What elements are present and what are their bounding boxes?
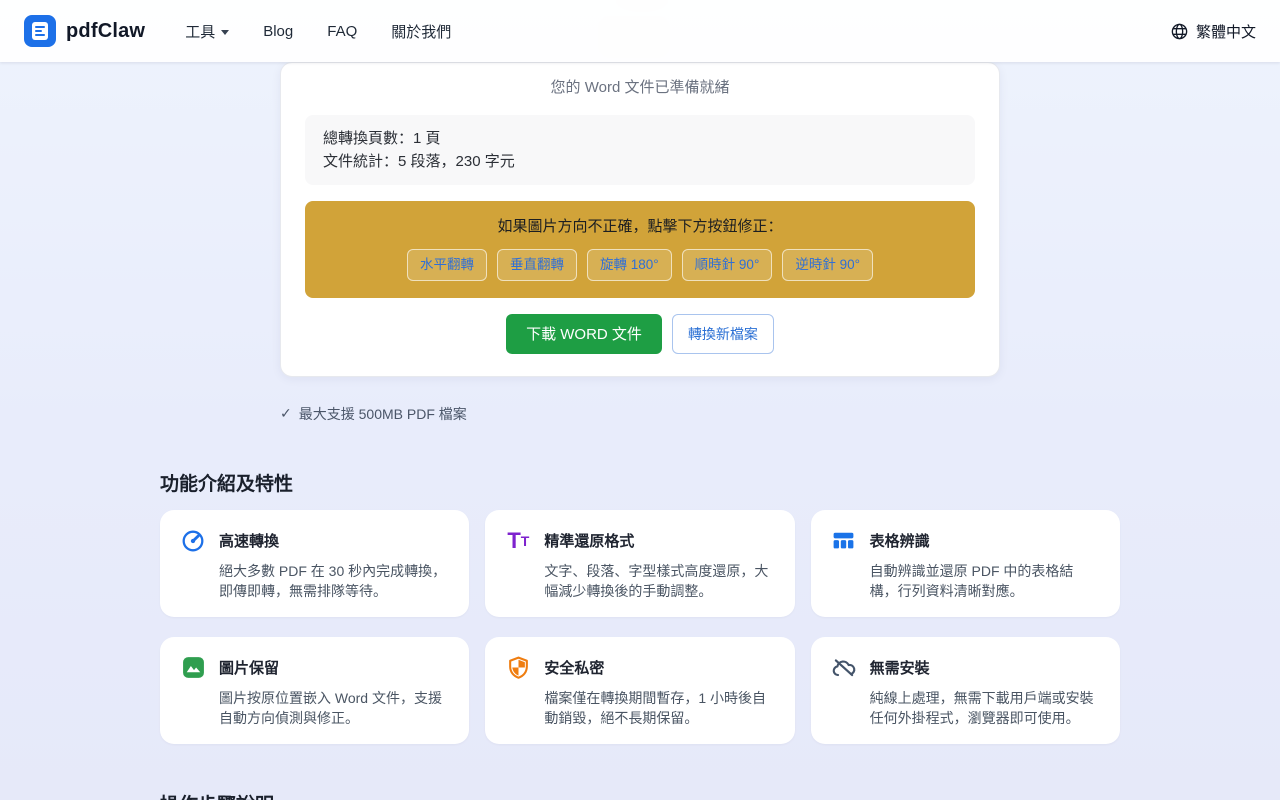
orientation-message: 如果圖片方向不正確，點擊下方按鈕修正：	[321, 216, 959, 238]
feature-desc: 絕大多數 PDF 在 30 秒內完成轉換，即傳即轉，無需排隊等待。	[219, 561, 449, 601]
nav-item-tools[interactable]: 工具	[185, 21, 229, 42]
nav-item-faq-label: FAQ	[327, 23, 357, 40]
orientation-alert: 如果圖片方向不正確，點擊下方按鈕修正： 水平翻轉 垂直翻轉 旋轉 180° 順時…	[305, 201, 975, 298]
globe-icon	[1170, 22, 1189, 41]
feature-title: 安全私密	[544, 657, 604, 678]
nav-item-faq[interactable]: FAQ	[327, 23, 357, 40]
nav-item-blog-label: Blog	[263, 23, 293, 40]
feature-card-speed: 高速轉換 絕大多數 PDF 在 30 秒內完成轉換，即傳即轉，無需排隊等待。	[160, 510, 469, 617]
feature-card-image: 圖片保留 圖片按原位置嵌入 Word 文件，支援自動方向偵測與修正。	[160, 637, 469, 744]
navbar: pdfClaw 工具 Blog FAQ 關於我們 繁體中文	[0, 0, 1280, 62]
nav-item-about[interactable]: 關於我們	[391, 21, 451, 42]
max-size-note: ✓ 最大支援 500MB PDF 檔案	[280, 404, 1000, 424]
nav-links: 工具 Blog FAQ 關於我們	[185, 21, 451, 42]
feature-card-security: 安全私密 檔案僅在轉換期間暫存，1 小時後自動銷毀，絕不長期保留。	[485, 637, 794, 744]
feature-title: 精準還原格式	[544, 530, 634, 551]
convert-new-file-button[interactable]: 轉換新檔案	[672, 314, 774, 354]
feature-desc: 圖片按原位置嵌入 Word 文件，支援自動方向偵測與修正。	[219, 688, 449, 728]
result-actions: 下載 WORD 文件 轉換新檔案	[305, 314, 975, 354]
cloud-off-icon	[831, 655, 857, 681]
nav-item-blog[interactable]: Blog	[263, 23, 293, 40]
rotate-ccw-90-button[interactable]: 逆時針 90°	[782, 249, 873, 281]
feature-desc: 自動辨識並還原 PDF 中的表格結構，行列資料清晰對應。	[870, 561, 1100, 601]
speed-gauge-icon	[180, 528, 206, 554]
feature-title: 表格辨識	[870, 530, 930, 551]
image-icon	[180, 655, 206, 681]
feature-card-noinstall: 無需安裝 純線上處理，無需下載用戶端或安裝任何外掛程式，瀏覽器即可使用。	[811, 637, 1120, 744]
stats-pages: 總轉換頁數：1 頁	[323, 127, 957, 150]
conversion-result-card: 您的 Word 文件已準備就緒 總轉換頁數：1 頁 文件統計：5 段落，230 …	[280, 62, 1000, 377]
max-size-note-text: 最大支援 500MB PDF 檔案	[299, 404, 467, 424]
feature-desc: 純線上處理，無需下載用戶端或安裝任何外掛程式，瀏覽器即可使用。	[870, 688, 1100, 728]
nav-item-tools-label: 工具	[185, 21, 215, 42]
rotate-180-button[interactable]: 旋轉 180°	[587, 249, 672, 281]
stats-document: 文件統計：5 段落，230 字元	[323, 150, 957, 173]
shield-icon	[505, 655, 531, 681]
download-word-button[interactable]: 下載 WORD 文件	[506, 314, 662, 354]
ready-message: 您的 Word 文件已準備就緒	[305, 77, 975, 99]
brand[interactable]: pdfClaw	[24, 15, 145, 47]
language-selector[interactable]: 繁體中文	[1170, 21, 1256, 42]
orientation-buttons: 水平翻轉 垂直翻轉 旋轉 180° 順時針 90° 逆時針 90°	[321, 249, 959, 281]
rotate-cw-90-button[interactable]: 順時針 90°	[682, 249, 773, 281]
flip-vertical-button[interactable]: 垂直翻轉	[497, 249, 577, 281]
chevron-down-icon	[221, 30, 229, 35]
pdfclaw-logo-icon	[24, 15, 56, 47]
feature-title: 圖片保留	[219, 657, 279, 678]
text-format-icon: TT	[505, 528, 531, 554]
feature-desc: 檔案僅在轉換期間暫存，1 小時後自動銷毀，絕不長期保留。	[544, 688, 774, 728]
feature-title: 高速轉換	[219, 530, 279, 551]
flip-horizontal-button[interactable]: 水平翻轉	[407, 249, 487, 281]
conversion-stats: 總轉換頁數：1 頁 文件統計：5 段落，230 字元	[305, 115, 975, 185]
feature-card-table: 表格辨識 自動辨識並還原 PDF 中的表格結構，行列資料清晰對應。	[811, 510, 1120, 617]
language-label: 繁體中文	[1196, 21, 1256, 42]
table-icon	[831, 528, 857, 554]
features-section: 功能介紹及特性 高速轉換 絕大多數 PDF 在 30 秒內完成轉換，即傳即轉，無…	[160, 469, 1120, 744]
feature-card-format: TT 精準還原格式 文字、段落、字型樣式高度還原，大幅減少轉換後的手動調整。	[485, 510, 794, 617]
nav-item-about-label: 關於我們	[391, 21, 451, 42]
check-icon: ✓	[280, 405, 292, 422]
features-title: 功能介紹及特性	[160, 469, 1120, 496]
steps-title: 操作步驟說明	[160, 790, 1120, 800]
feature-title: 無需安裝	[870, 657, 930, 678]
brand-name: pdfClaw	[66, 20, 145, 43]
feature-desc: 文字、段落、字型樣式高度還原，大幅減少轉換後的手動調整。	[544, 561, 774, 601]
features-grid: 高速轉換 絕大多數 PDF 在 30 秒內完成轉換，即傳即轉，無需排隊等待。 T…	[160, 510, 1120, 744]
steps-section: 操作步驟說明 1 上傳 PDF 將檔案拖放到上傳區，或點擊「選擇檔案」按鈕選擇本…	[160, 790, 1120, 800]
